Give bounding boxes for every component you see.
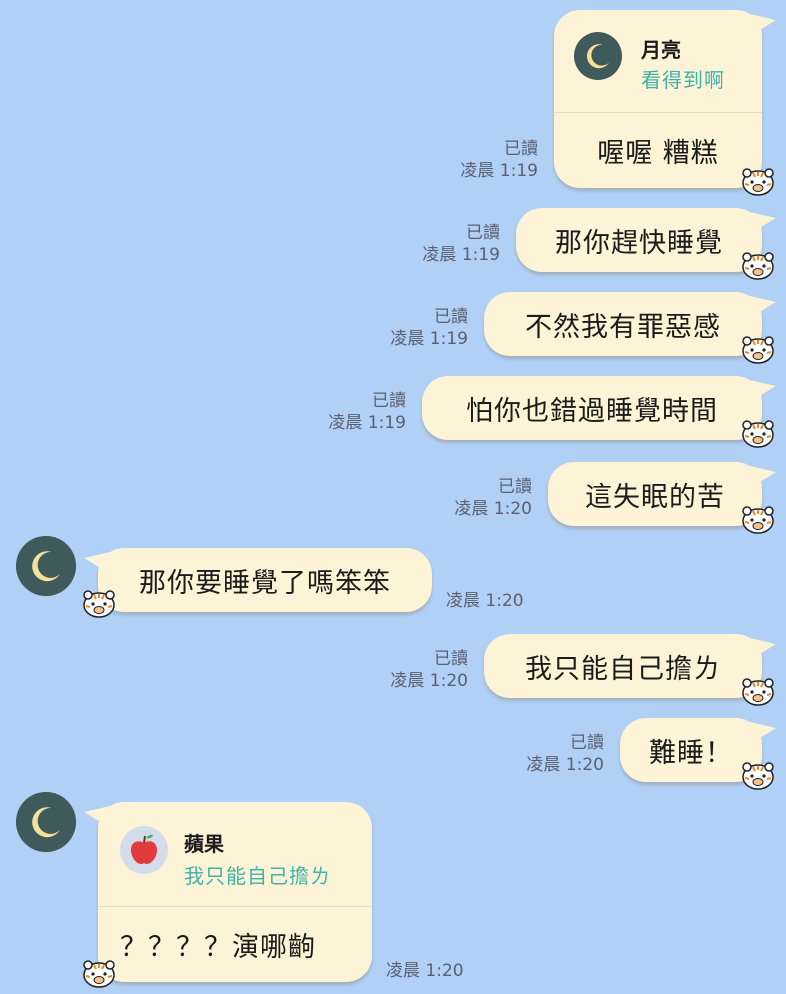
reply-quoted-text: 我只能自己擔ㄌ [184, 864, 331, 888]
reply-sender-name: 蘋果 [184, 832, 224, 856]
message-meta: 已讀 凌晨 1:20 [390, 648, 468, 692]
message-bubble[interactable]: 這失眠的苦 [548, 462, 776, 526]
message-bubble[interactable]: 那你趕快睡覺 [516, 208, 776, 272]
read-receipt: 已讀 [434, 307, 468, 327]
read-receipt: 已讀 [498, 477, 532, 497]
reply-preview[interactable]: 蘋果 我只能自己擔ㄌ [98, 802, 372, 907]
message-meta: 已讀 凌晨 1:19 [328, 390, 406, 434]
apple-avatar [120, 826, 168, 874]
timestamp: 凌晨 1:19 [390, 329, 468, 349]
timestamp: 凌晨 1:19 [328, 413, 406, 433]
message-meta: 已讀 凌晨 1:19 [460, 138, 538, 182]
message-meta: 已讀 凌晨 1:19 [390, 306, 468, 350]
message-text: 那你要睡覺了嗎笨笨 [139, 567, 391, 599]
reply-quoted-text: 看得到啊 [641, 68, 725, 92]
read-receipt: 已讀 [570, 733, 604, 753]
tiger-sticker-icon [741, 758, 775, 792]
message-text: 喔喔 糟糕 [597, 137, 719, 169]
timestamp: 凌晨 1:20 [446, 591, 524, 611]
tiger-sticker-icon [741, 416, 775, 450]
message-bubble[interactable]: 我只能自己擔ㄌ [484, 634, 776, 698]
tiger-sticker-icon [741, 164, 775, 198]
message-text: 那你趕快睡覺 [555, 227, 723, 259]
read-receipt: 已讀 [434, 649, 468, 669]
message-bubble[interactable]: 不然我有罪惡感 [484, 292, 776, 356]
timestamp: 凌晨 1:19 [460, 161, 538, 181]
timestamp: 凌晨 1:20 [386, 961, 464, 981]
avatar[interactable] [16, 792, 76, 852]
reply-sender-name: 月亮 [641, 38, 681, 62]
message-text: 我只能自己擔ㄌ [525, 653, 721, 685]
tiger-sticker-icon [741, 332, 775, 366]
message-text: 不然我有罪惡感 [525, 311, 721, 343]
moon-icon [574, 32, 622, 80]
message-text: 怕你也錯過睡覺時間 [466, 395, 718, 427]
timestamp: 凌晨 1:20 [526, 755, 604, 775]
tiger-sticker-icon [741, 248, 775, 282]
tiger-sticker-icon [741, 674, 775, 708]
message-bubble[interactable]: 蘋果 我只能自己擔ㄌ ？？？？演哪齣 [84, 802, 372, 982]
tiger-sticker-icon [82, 586, 116, 620]
message-meta: 已讀 凌晨 1:20 [526, 732, 604, 776]
apple-icon [131, 834, 157, 864]
read-receipt: 已讀 [504, 139, 538, 159]
avatar[interactable] [16, 536, 76, 596]
timestamp: 凌晨 1:19 [422, 245, 500, 265]
reply-preview[interactable]: 月亮 看得到啊 [554, 10, 762, 113]
message-bubble[interactable]: 怕你也錯過睡覺時間 [422, 376, 776, 440]
message-text: ？？？？演哪齣 [120, 931, 316, 963]
timestamp: 凌晨 1:20 [390, 671, 468, 691]
message-meta: 已讀 凌晨 1:19 [422, 222, 500, 266]
timestamp: 凌晨 1:20 [454, 499, 532, 519]
tiger-sticker-icon [741, 502, 775, 536]
tiger-sticker-icon [82, 956, 116, 990]
message-bubble[interactable]: 月亮 看得到啊 喔喔 糟糕 [554, 10, 776, 188]
message-bubble[interactable]: 那你要睡覺了嗎笨笨 [84, 548, 432, 612]
message-meta: 已讀 凌晨 1:20 [454, 476, 532, 520]
read-receipt: 已讀 [372, 391, 406, 411]
read-receipt: 已讀 [466, 223, 500, 243]
message-text: 這失眠的苦 [585, 481, 725, 513]
